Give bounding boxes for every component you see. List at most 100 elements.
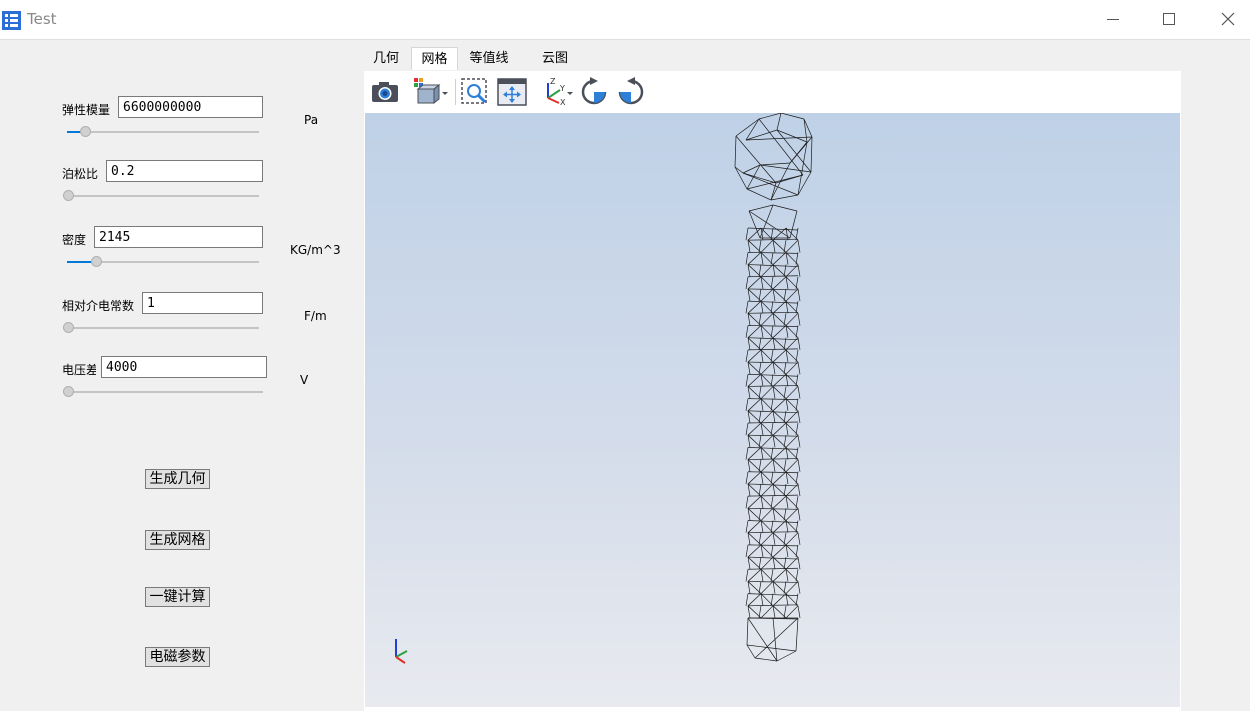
mesh-edge	[745, 569, 749, 582]
tab-geometry[interactable]: 几何	[367, 47, 405, 70]
mesh-edge	[760, 288, 774, 302]
generate-geometry-button[interactable]: 生成几何	[145, 469, 210, 489]
mesh-edge	[760, 532, 774, 546]
mesh-edge	[758, 113, 782, 120]
camera-icon	[372, 82, 398, 102]
mesh-edge	[734, 135, 737, 168]
mesh-edge	[747, 349, 762, 363]
mesh-edge	[747, 421, 799, 424]
mesh-edge	[760, 386, 774, 399]
em-params-button[interactable]: 电磁参数	[145, 647, 210, 667]
mesh-edge	[746, 644, 797, 652]
mesh-edge	[760, 239, 774, 253]
mesh-edge	[772, 373, 787, 387]
tab-cloud-map[interactable]: 云图	[536, 47, 574, 70]
screenshot-button[interactable]	[369, 76, 401, 108]
relative-permittivity-unit: F/m	[304, 309, 327, 323]
mesh-edge	[797, 337, 801, 350]
slider-groove	[63, 327, 259, 329]
mesh-edge	[747, 252, 762, 265]
poisson-ratio-input[interactable]: 0.2	[106, 160, 263, 182]
mesh-edge	[760, 459, 774, 472]
mesh-edge	[745, 301, 749, 314]
density-input[interactable]: 2145	[94, 226, 263, 248]
close-button[interactable]	[1205, 0, 1250, 39]
mesh-edge	[747, 348, 799, 351]
maximize-icon	[1163, 13, 1175, 25]
mesh-edge	[797, 459, 801, 472]
slider-groove	[63, 391, 263, 393]
mesh-edge	[772, 398, 787, 412]
mesh-edge	[797, 362, 801, 375]
mesh-edge	[759, 162, 791, 166]
mesh-edge	[747, 531, 799, 534]
maximize-button[interactable]	[1146, 0, 1192, 39]
mesh-edge	[797, 508, 801, 521]
minimize-button[interactable]	[1090, 0, 1136, 39]
density-label: 密度	[62, 233, 87, 247]
voltage-slider[interactable]	[63, 386, 263, 398]
slider-groove	[63, 195, 259, 197]
mesh-edge	[772, 447, 787, 460]
mesh-edge	[797, 386, 801, 399]
mesh-edge	[745, 593, 749, 606]
mesh-edge	[747, 447, 762, 460]
close-icon	[1221, 12, 1235, 26]
generate-mesh-button[interactable]: 生成网格	[145, 530, 210, 550]
elastic-modulus-slider[interactable]	[67, 126, 259, 138]
slider-handle[interactable]	[63, 386, 74, 397]
axis-z-label: Z	[550, 77, 556, 86]
rotate-clockwise-icon	[581, 77, 607, 105]
mesh-edge	[785, 288, 799, 302]
slider-handle[interactable]	[79, 126, 91, 137]
mesh-edge	[745, 252, 749, 265]
relative-permittivity-slider[interactable]	[63, 322, 259, 334]
mesh-edge	[747, 520, 762, 533]
zoom-box-button[interactable]	[459, 76, 491, 108]
voltage-input[interactable]: 4000	[101, 356, 267, 378]
mesh-edge	[772, 276, 787, 290]
mesh-edge	[770, 194, 799, 201]
relative-permittivity-input[interactable]: 1	[142, 292, 263, 314]
mesh-edge	[747, 604, 799, 607]
mesh-edge	[745, 422, 749, 436]
mesh-edge	[785, 532, 799, 546]
mesh-edge	[747, 593, 762, 607]
main-content: 弹性模量 6600000000 Pa 泊松比 0.2 密度 2145 KG/m^…	[0, 40, 1250, 711]
mesh-edge	[745, 325, 749, 338]
axes-orientation-button[interactable]: Z Y X	[540, 76, 576, 108]
mesh-edge	[747, 422, 762, 436]
fit-all-button[interactable]	[496, 76, 528, 108]
slider-handle[interactable]	[90, 256, 102, 267]
mesh-edge	[797, 435, 801, 448]
mesh-edge	[760, 361, 774, 375]
mesh-edge	[735, 135, 777, 184]
mesh-edge	[745, 496, 749, 509]
voltage-unit: V	[300, 373, 309, 387]
render-viewport[interactable]	[365, 113, 1180, 707]
viewer-panel: Z Y X	[364, 71, 1181, 711]
mesh-edge	[772, 349, 787, 363]
density-slider[interactable]	[67, 256, 259, 268]
mesh-edge	[747, 458, 799, 460]
view-cube-button[interactable]	[412, 76, 450, 108]
title-bar: Test	[0, 0, 1250, 40]
rotate-clockwise-button[interactable]	[578, 76, 610, 108]
elastic-modulus-input[interactable]: 6600000000	[118, 96, 263, 118]
compute-button[interactable]: 一键计算	[145, 587, 210, 607]
tab-mesh[interactable]: 网格	[411, 47, 458, 70]
mesh-edge	[785, 581, 799, 594]
mesh-edge	[745, 118, 760, 141]
mesh-edge	[759, 164, 812, 173]
rotate-counterclockwise-button[interactable]	[615, 76, 647, 108]
tab-contour[interactable]: 等值线	[463, 47, 515, 70]
mesh-edge	[747, 276, 762, 290]
mesh-edge	[797, 313, 801, 326]
poisson-ratio-slider[interactable]	[63, 190, 259, 202]
slider-handle[interactable]	[63, 190, 74, 201]
axis-y-label: Y	[559, 84, 565, 93]
axes-orientation-icon: Z Y X	[547, 77, 573, 107]
mesh-edge	[746, 644, 756, 659]
slider-handle[interactable]	[63, 322, 74, 333]
mesh-edge	[745, 349, 749, 363]
